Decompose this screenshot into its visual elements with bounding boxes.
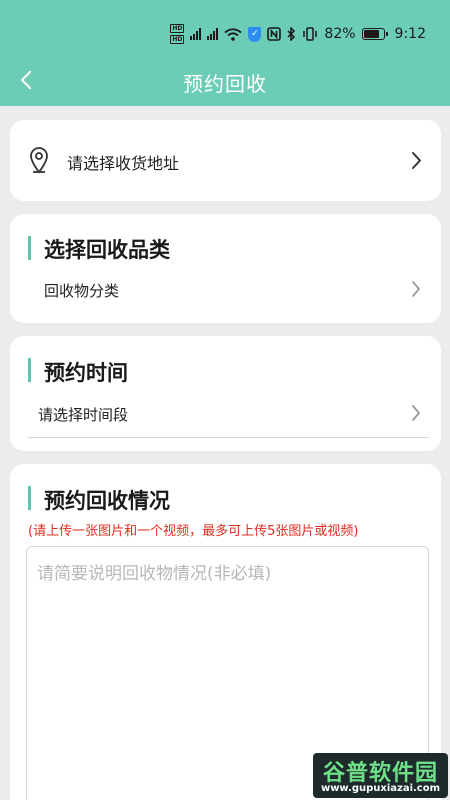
wifi-icon [224, 27, 242, 41]
signal-strength-2-icon [207, 28, 219, 40]
time-section-title: 预约时间 [44, 361, 128, 385]
category-section-title: 选择回收品类 [44, 238, 170, 262]
situation-card: 预约回收情况 (请上传一张图片和一个视频，最多可上传5张图片或视频) [10, 464, 441, 800]
status-bar: HD HD ✓ 82% 9:12 [0, 20, 450, 48]
time-select-row[interactable]: 请选择时间段 [10, 394, 441, 434]
situation-section-title: 预约回收情况 [44, 489, 170, 513]
status-time: 9:12 [394, 26, 426, 42]
vibrate-icon [303, 27, 318, 41]
category-row-label: 回收物分类 [44, 282, 120, 300]
security-shield-icon: ✓ [248, 26, 262, 42]
signal-strength-icon [190, 28, 202, 40]
time-card: 预约时间 请选择时间段 [10, 336, 441, 451]
chevron-right-icon [412, 405, 420, 421]
hd-badge-2: HD [170, 35, 185, 44]
chevron-right-icon [412, 152, 421, 169]
hd-badge-1: HD [170, 24, 185, 33]
divider [28, 437, 429, 438]
section-accent-bar [28, 236, 31, 260]
watermark-url: www.gupuxiazai.com [320, 783, 441, 794]
select-address-row[interactable]: 请选择收货地址 [10, 120, 441, 201]
category-select-row[interactable]: 回收物分类 [10, 270, 441, 310]
section-accent-bar [28, 486, 31, 510]
hd-volte-icon: HD HD [170, 24, 185, 44]
app-header: HD HD ✓ 82% 9:12 预约回收 [0, 0, 450, 106]
nfc-icon [267, 27, 282, 41]
page-title: 预约回收 [183, 72, 267, 96]
section-accent-bar [28, 358, 31, 382]
category-card: 选择回收品类 回收物分类 [10, 214, 441, 323]
chevron-right-icon [412, 281, 420, 297]
watermark-logo: 谷普软件园 www.gupuxiazai.com [313, 753, 448, 798]
bluetooth-icon [287, 27, 296, 41]
upload-notice: (请上传一张图片和一个视频，最多可上传5张图片或视频) [28, 524, 359, 539]
battery-fill [363, 30, 380, 38]
battery-icon [361, 28, 388, 40]
nav-bar: 预约回收 [0, 58, 450, 102]
time-row-label: 请选择时间段 [38, 406, 129, 424]
address-label: 请选择收货地址 [67, 154, 180, 173]
address-card: 请选择收货地址 [10, 120, 441, 201]
battery-percent: 82% [324, 26, 356, 42]
location-pin-icon [30, 147, 48, 174]
